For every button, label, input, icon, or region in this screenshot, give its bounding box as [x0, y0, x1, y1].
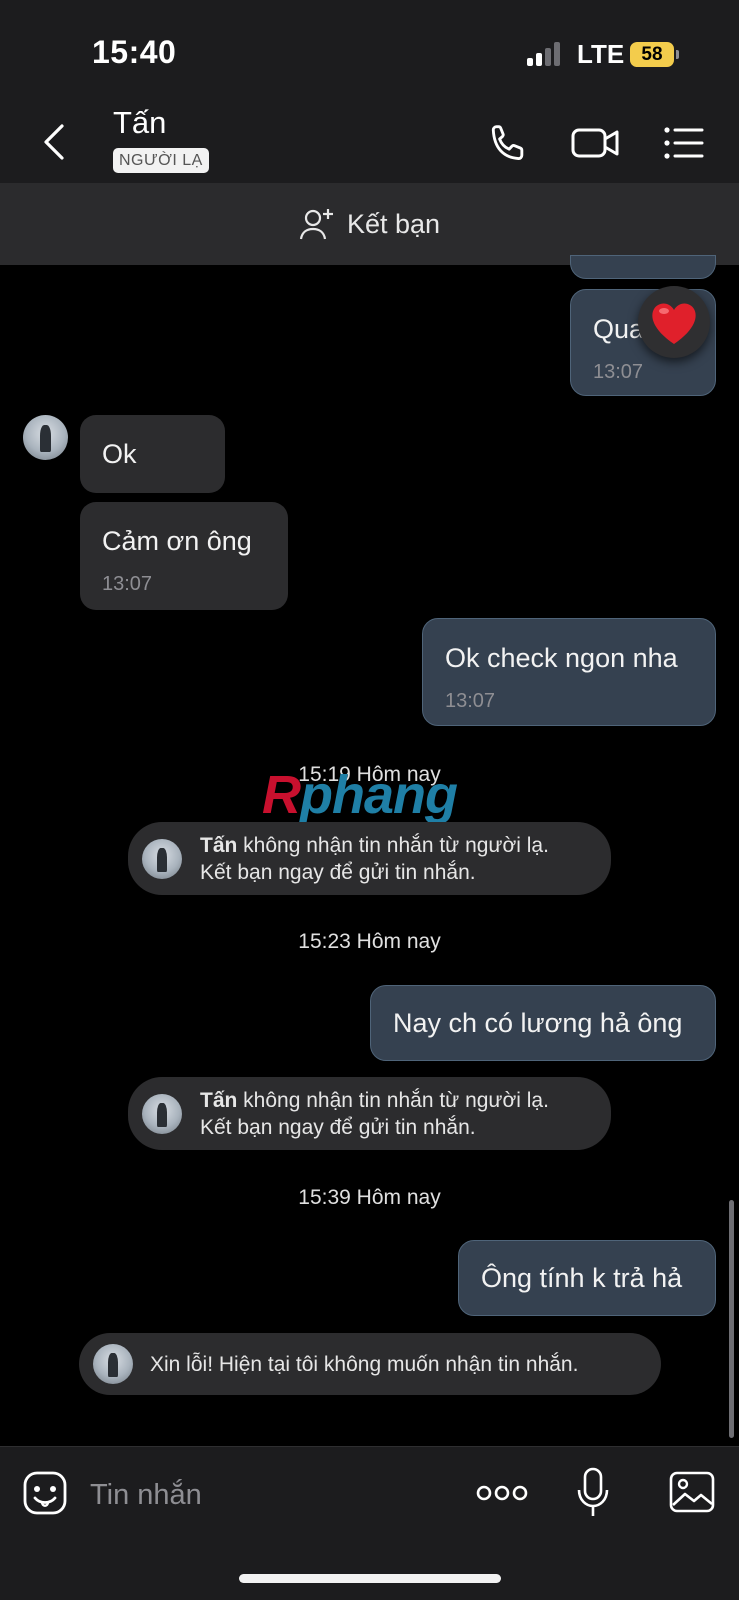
avatar — [93, 1344, 133, 1384]
divider — [0, 1446, 739, 1447]
back-button[interactable] — [36, 118, 76, 166]
message-time: 13:07 — [593, 361, 644, 383]
auto-reply-notice: Xin lỗi! Hiện tại tôi không muốn nhận ti… — [79, 1333, 661, 1395]
image-icon — [669, 1471, 715, 1513]
add-friend-icon — [299, 209, 333, 240]
battery-nub — [676, 50, 679, 59]
voice-button[interactable] — [575, 1466, 611, 1520]
add-friend-button[interactable]: Kết bạn — [0, 183, 739, 265]
message-bubble[interactable]: Ok check ngon nha 13:07 — [422, 618, 716, 726]
message-text: Ok check ngon nha — [445, 643, 678, 673]
message-time: 13:07 — [102, 573, 153, 595]
system-notice: Tấn không nhận tin nhắn từ người lạ. Kết… — [128, 822, 611, 895]
reaction-badge[interactable] — [638, 286, 710, 358]
video-call-icon — [571, 128, 619, 158]
message-bubble-partial[interactable] — [570, 255, 716, 279]
message-text: Ok — [102, 439, 137, 469]
sticker-icon — [23, 1471, 67, 1515]
menu-button[interactable] — [660, 120, 706, 166]
call-button[interactable] — [486, 120, 532, 166]
message-input[interactable] — [88, 1474, 452, 1516]
home-indicator[interactable] — [239, 1574, 501, 1583]
avatar — [142, 1094, 182, 1134]
network-type: LTE — [577, 39, 625, 69]
message-bubble[interactable]: Cảm ơn ông 13:07 — [80, 502, 288, 610]
auto-reply-text: Xin lỗi! Hiện tại tôi không muốn nhận ti… — [150, 1353, 579, 1376]
add-friend-label: Kết bạn — [346, 208, 441, 239]
notice-text: không nhận tin nhắn từ người lạ. — [237, 1089, 549, 1112]
avatar[interactable] — [23, 415, 68, 460]
more-icon — [476, 1485, 528, 1501]
microphone-icon — [577, 1467, 609, 1516]
notice-name: Tấn — [200, 834, 238, 857]
date-separator: 15:39 Hôm nay — [298, 1186, 441, 1209]
watermark-logo: Rphang — [262, 765, 458, 825]
heart-icon — [652, 303, 696, 344]
notice-name: Tấn — [200, 1089, 238, 1112]
message-text: Ông tính k trả hả — [481, 1263, 683, 1293]
sticker-button[interactable] — [22, 1470, 68, 1516]
message-bubble[interactable]: Nay ch có lương hả ông — [370, 985, 716, 1061]
battery-icon: 58 — [630, 42, 674, 67]
menu-list-icon — [664, 127, 704, 159]
system-notice: Tấn không nhận tin nhắn từ người lạ. Kết… — [128, 1077, 611, 1150]
notice-text: Kết bạn ngay để gửi tin nhắn. — [200, 861, 476, 884]
avatar — [142, 839, 182, 879]
back-chevron-icon — [44, 124, 64, 160]
video-call-button[interactable] — [570, 120, 622, 166]
image-button[interactable] — [668, 1470, 716, 1514]
message-bubble[interactable]: Ok — [80, 415, 225, 493]
scrollbar[interactable] — [729, 1200, 734, 1438]
more-button[interactable] — [476, 1480, 528, 1506]
message-time: 13:07 — [445, 690, 496, 712]
date-separator: 15:23 Hôm nay — [298, 930, 441, 953]
contact-name[interactable]: Tấn — [113, 105, 166, 141]
message-bubble[interactable]: Ông tính k trả hả — [458, 1240, 716, 1316]
status-time: 15:40 — [92, 34, 177, 70]
chat-header — [0, 95, 739, 183]
message-text: Cảm ơn ông — [102, 526, 252, 556]
phone-icon — [491, 125, 524, 160]
stranger-badge: NGƯỜI LẠ — [113, 148, 209, 173]
notice-text: Kết bạn ngay để gửi tin nhắn. — [200, 1116, 476, 1139]
message-text: Nay ch có lương hả ông — [393, 1008, 683, 1038]
signal-icon — [527, 42, 563, 66]
notice-text: không nhận tin nhắn từ người lạ. — [237, 834, 549, 857]
